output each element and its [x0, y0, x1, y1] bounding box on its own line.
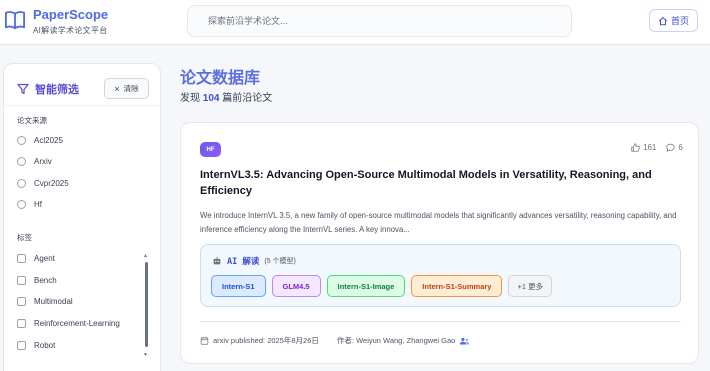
radio-button[interactable]	[17, 179, 26, 188]
top-header: PaperScope AI解读学术论文平台 首页	[0, 0, 710, 45]
tag-label: Bench	[34, 276, 57, 285]
close-icon: ×	[114, 83, 120, 94]
scroll-down-icon[interactable]: ▼	[143, 352, 148, 358]
paper-meta: arxiv published: 2025年8月26日 作者: Weiyun W…	[200, 335, 470, 346]
paper-authors: 作者: Weiyun Wang, Zhangwei Gao	[336, 336, 456, 345]
source-label: Acl2025	[34, 136, 63, 145]
comment-icon	[666, 143, 675, 152]
filter-sidebar: 智能筛选 × 清除 论文来源 Acl2025 Arxiv Cvpr2025 Hf…	[3, 63, 161, 371]
tag-option-reinforcement-learning[interactable]: Reinforcement-Learning	[17, 319, 120, 328]
count-prefix: 发现	[180, 93, 200, 104]
home-icon	[658, 16, 668, 25]
source-label: Arxiv	[34, 157, 52, 166]
brand-name[interactable]: PaperScope	[33, 7, 108, 22]
model-tag-glm4-5[interactable]: GLM4.5	[271, 275, 321, 297]
clear-label: 清除	[123, 84, 139, 93]
ai-label: AI 解读	[227, 257, 260, 267]
source-option-acl2025[interactable]: Acl2025	[17, 136, 63, 145]
source-option-cvpr2025[interactable]: Cvpr2025	[17, 179, 69, 188]
paper-stats: 161 6	[631, 143, 683, 152]
tag-label: Reinforcement-Learning	[34, 319, 120, 328]
brand-tagline: AI解读学术论文平台	[33, 26, 108, 35]
users-icon[interactable]	[459, 337, 470, 345]
filter-icon	[17, 83, 29, 95]
checkbox[interactable]	[17, 276, 26, 285]
radio-button[interactable]	[17, 157, 26, 166]
like-stat[interactable]: 161	[631, 143, 656, 152]
card-divider	[200, 321, 681, 322]
calendar-icon	[200, 336, 209, 345]
model-tag-intern-s1-image[interactable]: Intern-S1-Image	[326, 275, 406, 297]
source-badge: HF	[200, 142, 221, 157]
tag-label: Agent	[34, 254, 55, 263]
published-date: arxiv published: 2025年8月26日	[213, 336, 319, 345]
count-number: 104	[202, 93, 220, 104]
source-label: Hf	[34, 200, 42, 209]
source-option-arxiv[interactable]: Arxiv	[17, 157, 52, 166]
comment-count: 6	[678, 143, 683, 152]
tag-label: Robot	[34, 341, 56, 350]
tag-label: Multimodal	[34, 297, 73, 306]
model-tag-intern-s1-summary[interactable]: Intern-S1-Summary	[411, 275, 503, 297]
checkbox[interactable]	[17, 297, 26, 306]
checkbox[interactable]	[17, 319, 26, 328]
tags-section-title: 标签	[17, 233, 32, 242]
home-button[interactable]: 首页	[649, 9, 698, 32]
book-icon[interactable]	[4, 10, 26, 30]
filter-divider	[4, 105, 160, 106]
model-tags: Intern-S1 GLM4.5 Intern-S1-Image Intern-…	[211, 275, 553, 297]
filter-header: 智能筛选	[17, 81, 79, 97]
ai-interpretation-panel: AI 解读 (5 个模型) Intern-S1 GLM4.5 Intern-S1…	[200, 244, 681, 307]
checkbox[interactable]	[17, 254, 26, 263]
home-label: 首页	[670, 16, 689, 26]
more-models-button[interactable]: +1 更多	[508, 275, 553, 297]
search-input[interactable]	[208, 6, 548, 36]
filter-title: 智能筛选	[35, 84, 79, 96]
scroll-up-icon[interactable]: ▲	[143, 253, 148, 259]
tag-option-agent[interactable]: Agent	[17, 254, 55, 263]
sidebar-scrollbar[interactable]	[145, 262, 148, 347]
result-count: 发现 104 篇前沿论文	[180, 89, 272, 104]
paper-title[interactable]: InternVL3.5: Advancing Open-Source Multi…	[200, 168, 680, 199]
tag-option-multimodal[interactable]: Multimodal	[17, 297, 73, 306]
ai-header: AI 解读 (5 个模型)	[212, 255, 296, 267]
robot-icon	[213, 256, 221, 265]
paper-abstract: We introduce InternVL 3.5, a new family …	[200, 211, 677, 234]
source-section-title: 论文来源	[17, 116, 47, 125]
like-count: 161	[643, 143, 657, 152]
count-suffix: 篇前沿论文	[222, 93, 273, 104]
model-tag-intern-s1[interactable]: Intern-S1	[211, 275, 266, 297]
source-option-hf[interactable]: Hf	[17, 200, 42, 209]
search-box[interactable]	[187, 5, 572, 37]
thumbs-up-icon	[631, 143, 640, 152]
paper-card[interactable]: HF 161 6 InternVL3.5: Advancing Open-Sou…	[180, 122, 699, 364]
radio-button[interactable]	[17, 200, 26, 209]
comment-stat[interactable]: 6	[666, 143, 683, 152]
source-label: Cvpr2025	[34, 179, 69, 188]
page-title: 论文数据库	[180, 70, 261, 87]
tag-option-bench[interactable]: Bench	[17, 276, 57, 285]
radio-button[interactable]	[17, 136, 26, 145]
clear-filters-button[interactable]: × 清除	[104, 78, 149, 99]
checkbox[interactable]	[17, 341, 26, 350]
ai-model-count: (5 个模型)	[264, 258, 296, 265]
tag-option-robot[interactable]: Robot	[17, 341, 55, 350]
